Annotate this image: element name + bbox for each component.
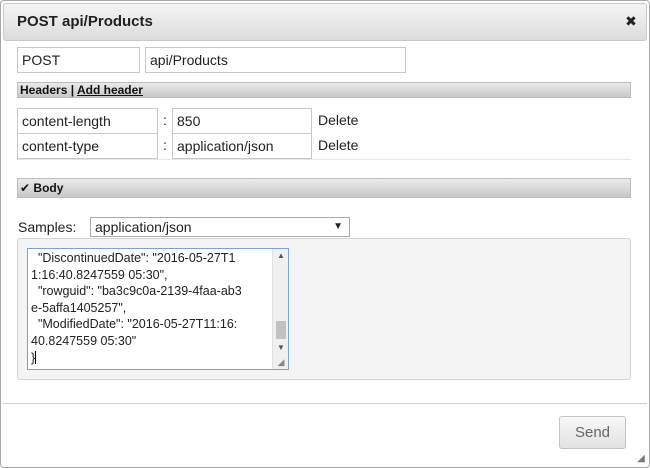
samples-selected-value: application/json: [95, 219, 192, 235]
uri-input[interactable]: api/Products: [145, 47, 406, 73]
send-button[interactable]: Send: [559, 416, 626, 449]
check-icon: ✔: [20, 181, 31, 195]
body-text: "DiscontinuedDate": "2016-05-27T1 1:16:4…: [31, 251, 242, 365]
header-colon: :: [163, 112, 167, 128]
triangle-down-icon[interactable]: ▼: [273, 341, 288, 355]
header-value-input[interactable]: application/json: [172, 133, 312, 159]
add-header-link[interactable]: Add header: [77, 83, 143, 97]
chevron-down-icon[interactable]: ▼: [333, 218, 343, 236]
headers-divider: [17, 159, 631, 160]
scrollbar-thumb[interactable]: [276, 321, 286, 339]
headers-section-bar: Headers | Add header: [17, 82, 631, 98]
samples-select[interactable]: application/json ▼: [90, 217, 350, 237]
triangle-up-icon[interactable]: ▲: [273, 249, 288, 263]
headers-label: Headers: [20, 83, 68, 97]
close-icon[interactable]: ✖: [624, 14, 638, 28]
method-input[interactable]: POST: [17, 47, 140, 73]
resize-grip-icon[interactable]: ◢: [635, 453, 647, 465]
resize-grip-icon[interactable]: ◢: [275, 356, 287, 368]
text-caret: [35, 350, 37, 364]
headers-separator: |: [70, 83, 75, 97]
header-name-input[interactable]: content-length: [17, 108, 158, 134]
samples-label: Samples:: [18, 219, 77, 235]
header-value-input[interactable]: 850: [172, 108, 312, 134]
textarea-scrollbar[interactable]: ▲ ▼: [272, 249, 288, 369]
dialog-title: POST api/Products: [17, 13, 153, 30]
delete-header-button[interactable]: Delete: [318, 137, 358, 153]
body-textarea[interactable]: "DiscontinuedDate": "2016-05-27T1 1:16:4…: [27, 248, 289, 370]
request-dialog: POST api/Products ✖ POST api/Products He…: [0, 0, 650, 468]
body-section-bar[interactable]: ✔ Body: [17, 178, 631, 198]
body-label: Body: [33, 181, 64, 195]
header-colon: :: [163, 137, 167, 153]
footer-divider: [3, 403, 647, 404]
dialog-titlebar[interactable]: POST api/Products ✖: [3, 3, 647, 41]
delete-header-button[interactable]: Delete: [318, 112, 358, 128]
header-name-input[interactable]: content-type: [17, 133, 158, 159]
